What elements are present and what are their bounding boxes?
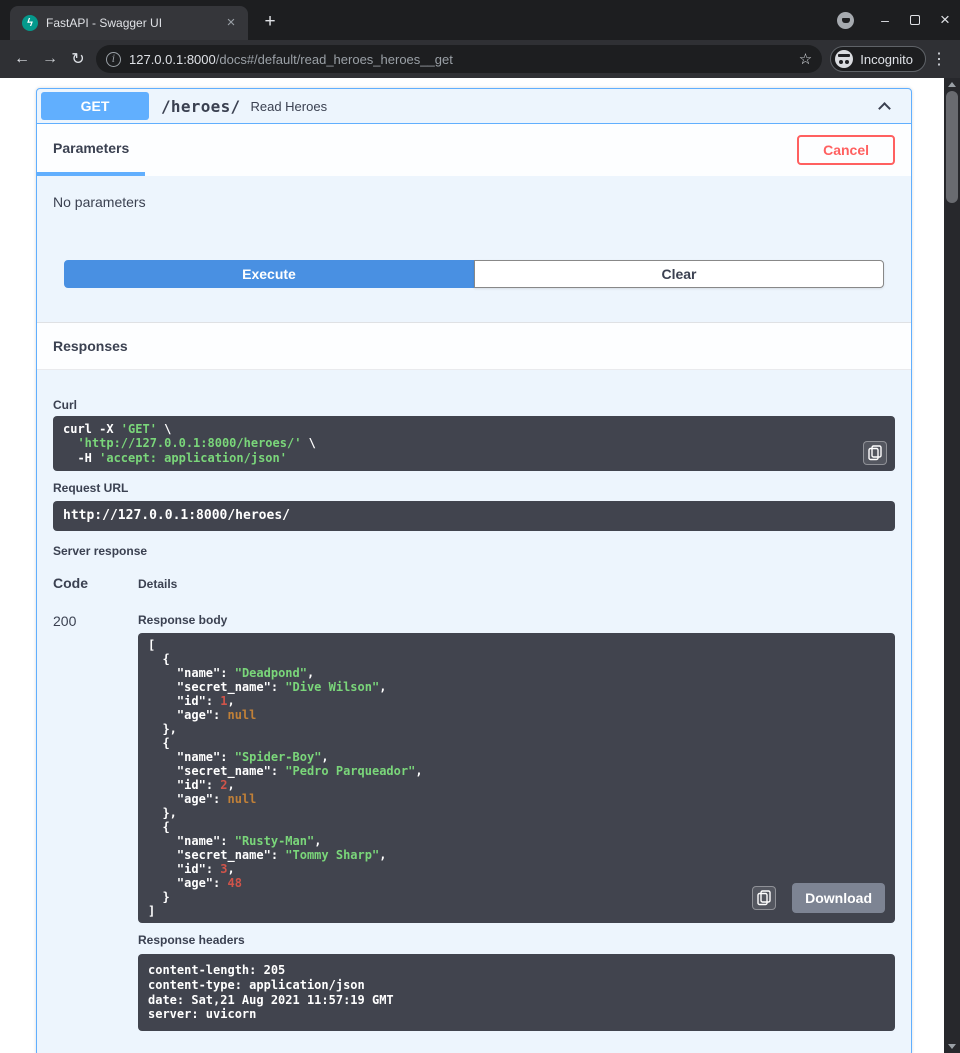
clipboard-icon [757,890,771,906]
reload-button[interactable]: ↻ [64,45,92,73]
cancel-button[interactable]: Cancel [797,135,895,165]
operation-content: GET /heroes/ Read Heroes Parameters Canc… [36,88,912,1053]
copy-response-button[interactable] [752,886,776,910]
method-badge: GET [41,92,149,120]
details-column-header: Details [138,575,177,591]
response-body-actions: Download [752,883,885,913]
browser-menu-icon[interactable]: ⋮ [926,49,952,69]
page-scrollbar[interactable] [944,78,960,1053]
parameters-body: No parameters [37,176,911,210]
url-host: 127.0.0.1:8000 [129,52,216,67]
scroll-down-icon[interactable] [948,1044,956,1049]
operation-header[interactable]: GET /heroes/ Read Heroes [37,89,911,124]
request-url-label: Request URL [53,481,895,495]
swagger-page: GET /heroes/ Read Heroes Parameters Canc… [0,78,960,1053]
incognito-profile-icon[interactable] [837,12,854,29]
fastapi-favicon-icon: ϟ [22,15,38,31]
profile-glyph-icon [842,18,850,23]
bookmark-star-icon[interactable]: ☆ [793,50,812,68]
response-headers-block: content-length: 205content-type: applica… [138,954,895,1031]
minimize-button[interactable]: – [870,0,900,40]
copy-curl-button[interactable] [863,441,887,465]
chevron-up-icon[interactable] [878,102,891,115]
responses-section-title: Responses [37,322,911,370]
execute-button[interactable]: Execute [64,260,474,288]
curl-code-block: curl -X 'GET' \ 'http://127.0.0.1:8000/h… [53,416,895,471]
url-path: /docs#/default/read_heroes_heroes__get [216,52,453,67]
clear-button[interactable]: Clear [474,260,884,288]
response-body-block: [ { "name": "Deadpond", "secret_name": "… [138,633,895,923]
maximize-icon [910,15,920,25]
tab-close-icon[interactable]: × [222,14,240,32]
response-row-200: 200 Response body [ { "name": "Deadpond"… [53,613,895,1031]
incognito-glasses-shape [839,60,843,64]
responses-table-head: Code Details [53,575,895,591]
tab-title: FastAPI - Swagger UI [46,16,214,30]
response-body-label: Response body [138,613,895,627]
forward-button[interactable]: → [36,45,64,73]
url-bar[interactable]: i 127.0.0.1:8000/docs#/default/read_hero… [96,45,822,73]
server-response-label: Server response [53,544,895,558]
operation-path: /heroes/ [149,97,240,116]
code-column-header: Code [53,575,138,591]
url-text: 127.0.0.1:8000/docs#/default/read_heroes… [129,52,785,67]
back-button[interactable]: ← [8,45,36,73]
clipboard-icon [868,445,882,461]
maximize-button[interactable] [900,0,930,40]
tab-strip: ϟ FastAPI - Swagger UI × + – × [0,0,960,40]
scrollbar-thumb[interactable] [946,91,958,203]
new-tab-button[interactable]: + [256,8,284,36]
request-url-block: http://127.0.0.1:8000/heroes/ [53,501,895,531]
scroll-up-icon[interactable] [948,82,956,87]
close-button[interactable]: × [930,0,960,40]
incognito-icon [835,50,853,68]
operation-block: GET /heroes/ Read Heroes Parameters Canc… [36,88,912,1053]
operation-summary: Read Heroes [240,99,327,114]
site-info-icon[interactable]: i [106,52,121,67]
incognito-label: Incognito [860,52,913,67]
parameters-header: Parameters Cancel [37,124,911,176]
response-status-code: 200 [53,613,138,1031]
response-details-cell: Response body [ { "name": "Deadpond", "s… [138,613,895,1031]
incognito-badge: Incognito [830,46,926,72]
responses-body: Curl curl -X 'GET' \ 'http://127.0.0.1:8… [37,370,911,1053]
browser-window: ϟ FastAPI - Swagger UI × + – × ← → ↻ i 1… [0,0,960,1053]
execute-row: Execute Clear [37,210,911,322]
curl-label: Curl [53,398,895,412]
browser-tab[interactable]: ϟ FastAPI - Swagger UI × [10,6,248,40]
nav-bar: ← → ↻ i 127.0.0.1:8000/docs#/default/rea… [0,40,960,78]
download-button[interactable]: Download [792,883,885,913]
tab-parameters[interactable]: Parameters [37,124,145,176]
no-parameters-text: No parameters [53,194,895,210]
window-controls: – × [837,0,960,40]
response-headers-label: Response headers [138,933,895,947]
incognito-hat-shape [838,54,850,57]
